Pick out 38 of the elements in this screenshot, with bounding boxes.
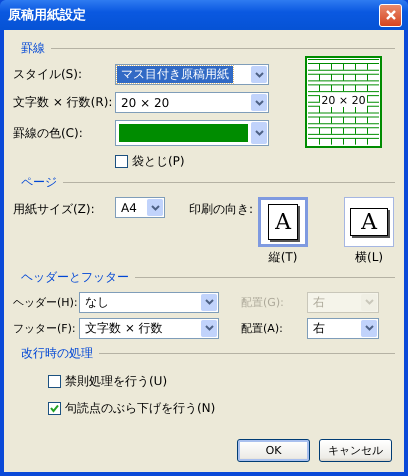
text-dropdown[interactable]: なし [79,292,219,312]
orientation-button[interactable]: A [344,197,394,247]
option-checkbox-label[interactable]: 句読点のぶら下げを行う(N) [48,400,395,417]
dialog-button[interactable]: キャンセル [319,439,392,462]
orientation-label: 縦(T) [268,249,298,266]
orientation-label: 横(L) [355,249,384,266]
color-dropdown[interactable] [115,120,269,146]
field-label: 罫線の色(C): [13,124,84,142]
bound-checkbox-label[interactable]: 袋とじ(P) [115,153,185,170]
section-heading: ページ [21,174,57,190]
section-heading: 罫線 [21,40,45,56]
field-label: 用紙サイズ(Z): [13,201,96,218]
field-label: 配置(G): [241,294,285,310]
option-checkbox-label[interactable]: 禁則処理を行う(U) [48,373,395,390]
orientation-button[interactable]: A [258,197,308,247]
close-icon [384,9,396,21]
section-heading: ヘッダーとフッター [21,268,129,286]
paper-size-dropdown[interactable]: A4 [115,197,165,218]
field-label: 印刷の向き: [189,201,254,218]
checkbox[interactable] [48,375,61,388]
style-dropdown[interactable]: マス目付き原稿用紙 [115,64,269,85]
preview-label: 20 × 20 [320,94,367,107]
dialog-button[interactable]: OK [237,439,310,462]
field-label: フッター(F): [13,320,77,336]
checkbox[interactable] [115,155,128,168]
page-icon: A [350,208,388,236]
field-label: 配置(A): [241,320,284,336]
page-icon: A [268,204,298,240]
checkbox[interactable] [48,402,61,415]
text-dropdown[interactable]: 文字数 × 行数 [79,318,219,338]
field-label: ヘッダー(H): [13,294,79,310]
window-title: 原稿用紙設定 [8,6,86,24]
grid-size-dropdown[interactable]: 20 × 20 [115,92,269,113]
section-heading: 改行時の処理 [21,344,93,362]
field-label: 文字数 × 行数(R): [13,94,114,111]
field-label: スタイル(S): [13,66,84,83]
close-button[interactable] [379,4,402,26]
alignment-dropdown[interactable]: 右 [307,318,379,338]
